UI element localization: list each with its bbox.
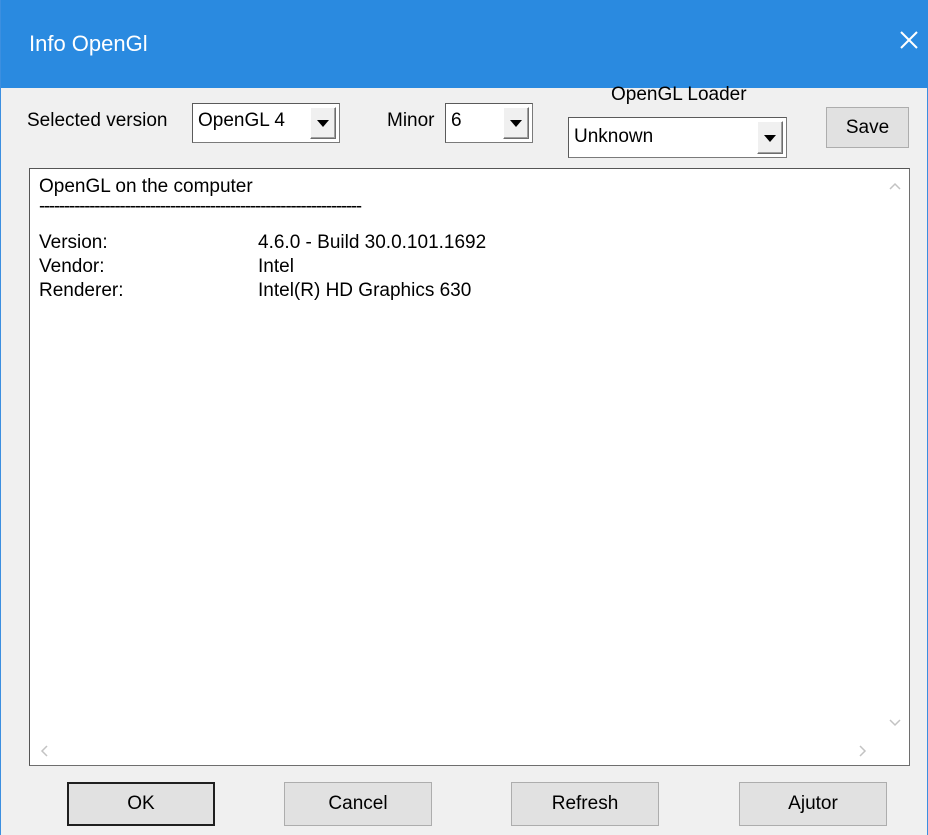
vertical-scrollbar[interactable] [881, 169, 909, 737]
info-heading: OpenGL on the computer [39, 176, 253, 197]
info-row-value: Intel [258, 256, 294, 277]
scrollbar-corner [881, 737, 909, 765]
info-opengl-dialog: Info OpenGl Selected version OpenGL 4 Mi… [0, 0, 928, 835]
info-row-label: Version: [39, 232, 108, 253]
selected-version-label: Selected version [27, 110, 168, 131]
help-button-label: Ajutor [788, 793, 838, 814]
close-icon [900, 31, 918, 49]
info-text-area[interactable]: OpenGL on the computer -----------------… [29, 168, 910, 766]
horizontal-scrollbar[interactable] [30, 737, 881, 765]
selected-version-select[interactable]: OpenGL 4 [192, 103, 340, 143]
title-bar[interactable]: Info OpenGl [1, 0, 928, 88]
save-button-label: Save [845, 116, 890, 138]
refresh-button[interactable]: Refresh [511, 782, 659, 826]
selected-version-value: OpenGL 4 [198, 110, 285, 131]
scroll-down-icon[interactable] [889, 719, 901, 727]
info-separator: ----------------------------------------… [39, 196, 362, 217]
opengl-loader-select[interactable]: Unknown [568, 117, 787, 158]
save-button[interactable]: Save [826, 107, 909, 148]
opengl-loader-value: Unknown [574, 126, 654, 147]
scroll-left-icon[interactable] [40, 745, 48, 757]
scroll-up-icon[interactable] [889, 182, 901, 190]
chevron-down-icon [510, 120, 522, 127]
minor-dropdown-button[interactable] [503, 107, 529, 139]
cancel-button-label: Cancel [328, 793, 388, 814]
ok-button[interactable]: OK [67, 782, 215, 826]
help-button[interactable]: Ajutor [739, 782, 887, 826]
ok-button-label: OK [127, 793, 155, 814]
refresh-button-label: Refresh [551, 793, 619, 814]
chevron-down-icon [317, 120, 329, 127]
minor-value: 6 [451, 110, 462, 131]
close-button[interactable] [889, 14, 928, 72]
scroll-right-icon[interactable] [859, 745, 867, 757]
window-title: Info OpenGl [29, 31, 148, 56]
info-row-value: Intel(R) HD Graphics 630 [258, 280, 472, 301]
info-row-value: 4.6.0 - Build 30.0.101.1692 [258, 232, 487, 253]
opengl-loader-dropdown-button[interactable] [757, 121, 783, 154]
minor-select[interactable]: 6 [445, 103, 533, 143]
info-row-label: Vendor: [39, 256, 105, 277]
selected-version-dropdown-button[interactable] [310, 107, 336, 139]
chevron-down-icon [764, 134, 776, 142]
info-row-label: Renderer: [39, 280, 124, 301]
opengl-loader-label: OpenGL Loader [611, 84, 747, 105]
minor-label: Minor [387, 110, 435, 131]
cancel-button[interactable]: Cancel [284, 782, 432, 826]
